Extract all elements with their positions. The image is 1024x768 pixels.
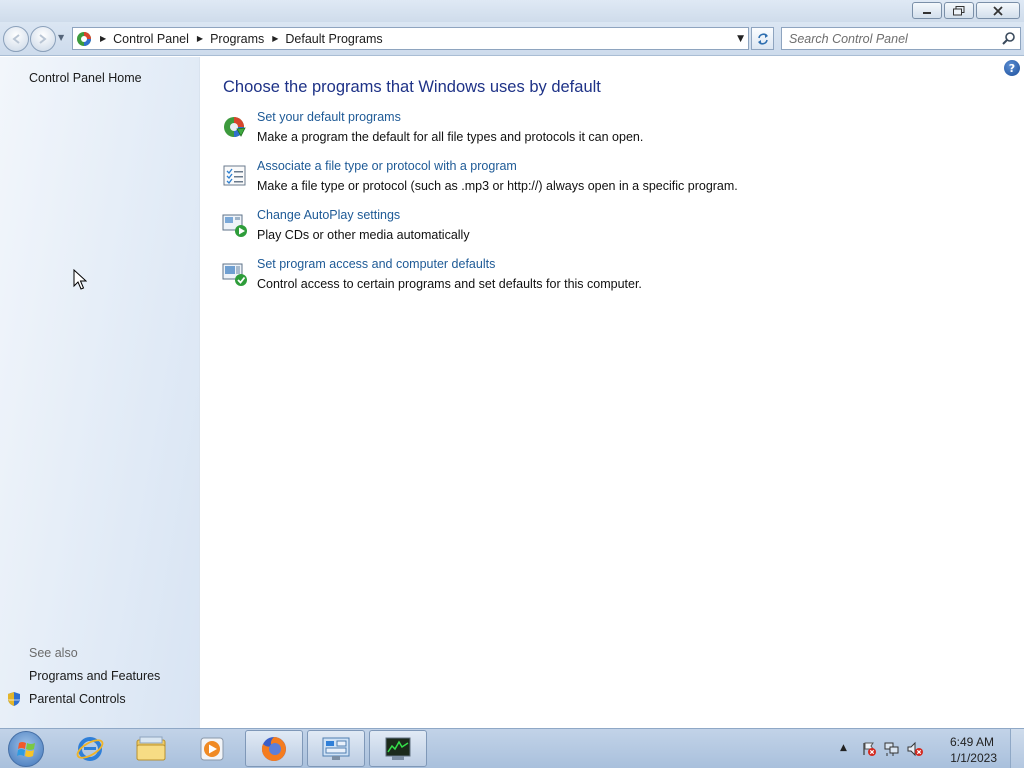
- forward-arrow-icon: [39, 34, 47, 44]
- parental-controls-label: Parental Controls: [29, 692, 126, 706]
- shield-icon: [8, 692, 20, 706]
- set-default-programs-description: Make a program the default for all file …: [257, 130, 644, 144]
- task-associate-file-type: Associate a file type or protocol with a…: [222, 159, 922, 203]
- search-icon[interactable]: [1001, 31, 1016, 46]
- back-button[interactable]: [3, 26, 29, 52]
- program-access-description: Control access to certain programs and s…: [257, 277, 642, 291]
- see-also-heading: See also: [29, 646, 78, 660]
- firefox-icon: [261, 736, 286, 761]
- breadcrumb-programs[interactable]: Programs: [210, 32, 264, 46]
- search-box[interactable]: [781, 27, 1021, 50]
- network-icon[interactable]: [884, 741, 900, 757]
- recent-pages-dropdown[interactable]: ▼: [58, 33, 64, 42]
- control-panel-icon: [77, 31, 91, 46]
- refresh-icon: [757, 32, 768, 45]
- breadcrumb-control-panel[interactable]: Control Panel: [113, 32, 189, 46]
- address-dropdown-icon[interactable]: ▼: [737, 34, 744, 44]
- program-access-link[interactable]: Set program access and computer defaults: [257, 257, 495, 271]
- breadcrumb-arrow-icon[interactable]: ▶: [272, 34, 278, 43]
- breadcrumb-default-programs[interactable]: Default Programs: [285, 32, 382, 46]
- window-controls: [912, 2, 1020, 19]
- help-icon[interactable]: ?: [1004, 60, 1020, 76]
- close-icon: [993, 5, 1003, 16]
- taskbar-control-panel[interactable]: [307, 730, 365, 767]
- main-content: ? Choose the programs that Windows uses …: [201, 57, 1024, 728]
- mouse-cursor-icon: [73, 269, 87, 290]
- minimize-icon: [923, 11, 931, 14]
- system-tray: ▲ 6:49 AM 1/1/2023: [834, 729, 1024, 768]
- taskbar-task-manager[interactable]: [369, 730, 427, 767]
- left-pane: Control Panel Home See also Programs and…: [0, 57, 200, 728]
- breadcrumb-arrow-icon[interactable]: ▶: [100, 34, 106, 43]
- taskbar-internet-explorer[interactable]: [61, 730, 119, 767]
- address-bar[interactable]: ▶ Control Panel ▶ Programs ▶ Default Pro…: [72, 27, 749, 50]
- task-manager-icon: [385, 737, 411, 760]
- forward-button[interactable]: [30, 26, 56, 52]
- internet-explorer-icon: [76, 736, 104, 761]
- change-autoplay-link[interactable]: Change AutoPlay settings: [257, 208, 400, 222]
- associate-file-type-description: Make a file type or protocol (such as .m…: [257, 179, 738, 193]
- taskbar-media-player[interactable]: [183, 730, 241, 767]
- taskbar-file-explorer[interactable]: [122, 730, 180, 767]
- refresh-button[interactable]: [751, 27, 774, 50]
- task-program-access: Set program access and computer defaults…: [222, 257, 922, 301]
- close-button[interactable]: [976, 2, 1020, 19]
- program-access-icon: [222, 263, 247, 286]
- restore-button[interactable]: [944, 2, 974, 19]
- clock-date[interactable]: 1/1/2023: [950, 751, 997, 765]
- autoplay-icon: [222, 214, 247, 237]
- title-bar: [0, 0, 1024, 22]
- volume-muted-icon[interactable]: [907, 741, 923, 757]
- back-arrow-icon: [12, 34, 20, 44]
- show-desktop-button[interactable]: [1010, 729, 1024, 768]
- change-autoplay-description: Play CDs or other media automatically: [257, 228, 470, 242]
- restore-icon: [953, 5, 965, 15]
- parental-controls-link[interactable]: Parental Controls: [6, 691, 126, 707]
- file-association-icon: [223, 165, 246, 186]
- control-panel-home-link[interactable]: Control Panel Home: [29, 71, 142, 85]
- media-player-icon: [200, 737, 224, 760]
- task-set-default-programs: Set your default programs Make a program…: [222, 110, 922, 154]
- task-change-autoplay: Change AutoPlay settings Play CDs or oth…: [222, 208, 922, 252]
- action-center-flag-icon[interactable]: [861, 741, 877, 757]
- navigation-bar: ▼ ▶ Control Panel ▶ Programs ▶ Default P…: [0, 22, 1024, 56]
- set-default-programs-link[interactable]: Set your default programs: [257, 110, 401, 124]
- start-button[interactable]: [8, 731, 44, 767]
- programs-and-features-link[interactable]: Programs and Features: [29, 669, 160, 683]
- taskbar-firefox[interactable]: [245, 730, 303, 767]
- associate-file-type-link[interactable]: Associate a file type or protocol with a…: [257, 159, 517, 173]
- search-input[interactable]: [789, 31, 999, 46]
- windows-logo-icon: [17, 742, 35, 757]
- file-explorer-icon: [136, 736, 166, 760]
- breadcrumb-arrow-icon[interactable]: ▶: [197, 34, 203, 43]
- taskbar: ▲ 6:49 AM 1/1/2023: [0, 728, 1024, 768]
- default-programs-icon: [224, 117, 246, 137]
- minimize-button[interactable]: [912, 2, 942, 19]
- clock-time[interactable]: 6:49 AM: [950, 735, 994, 749]
- control-panel-icon: [322, 737, 350, 760]
- show-hidden-icons-icon[interactable]: ▲: [840, 743, 847, 753]
- page-title: Choose the programs that Windows uses by…: [223, 78, 601, 96]
